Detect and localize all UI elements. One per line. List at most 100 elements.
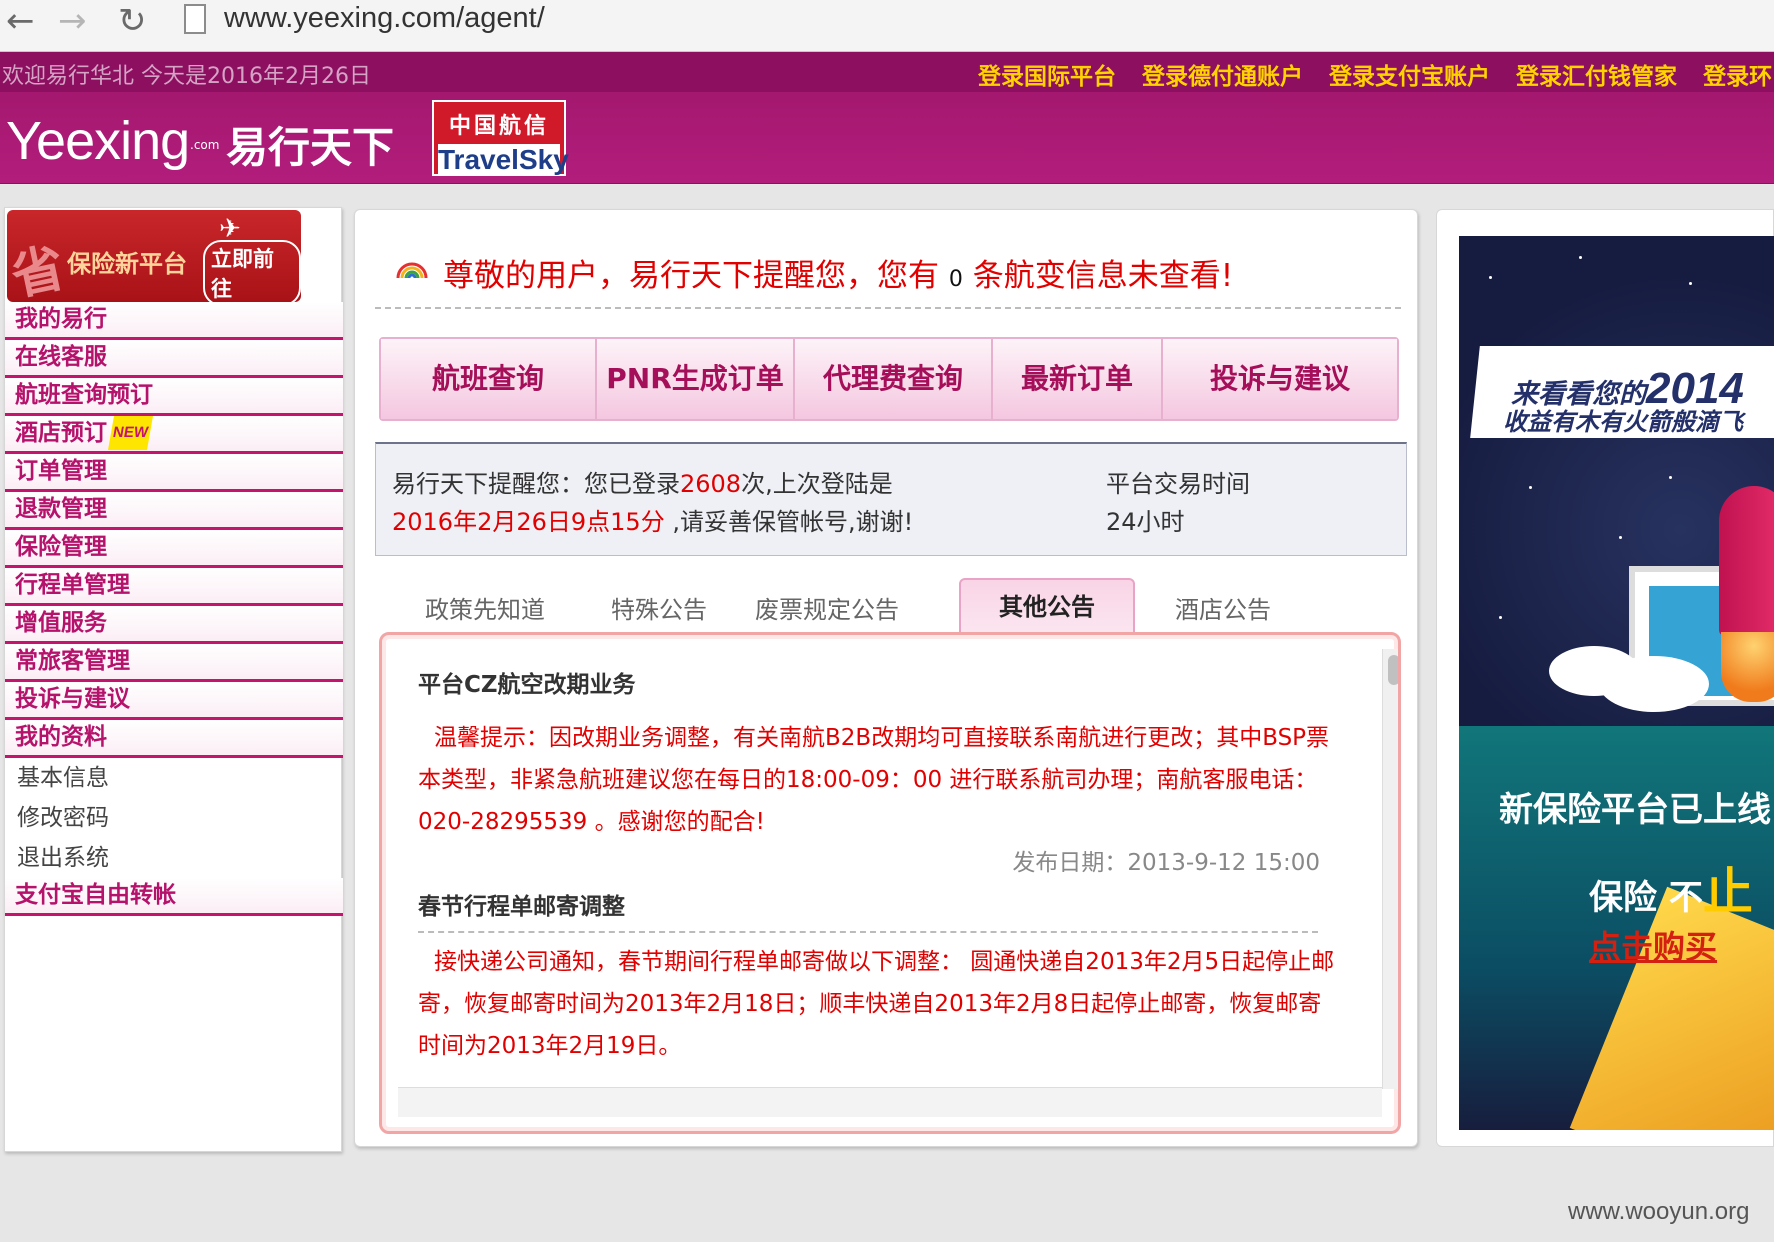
list-item: 平台CZ航空改期业务 温馨提示：因改期业务调整，有关南航B2B改期均可直接联系南…: [398, 649, 1378, 877]
notice-tabs: 政策先知道 特殊公告 废票规定公告 其他公告 酒店公告: [379, 578, 1395, 634]
forward-arrow-icon[interactable]: →: [58, 4, 87, 38]
sidebar-item-value-added[interactable]: 增值服务: [5, 606, 343, 644]
travelsky-en: TravelSky: [438, 144, 569, 176]
sidebar-item-online-service[interactable]: 在线客服: [5, 340, 343, 378]
tab-flight-search[interactable]: 航班查询: [381, 339, 597, 419]
tab-complaints[interactable]: 投诉与建议: [1163, 339, 1397, 419]
notice-title[interactable]: 平台CZ航空改期业务: [398, 649, 1378, 709]
tab-latest-orders[interactable]: 最新订单: [993, 339, 1163, 419]
scrollbar-thumb[interactable]: [1388, 655, 1398, 685]
sidebar-item-insurance[interactable]: 保险管理: [5, 530, 343, 568]
sidebar-item-frequent-travelers[interactable]: 常旅客管理: [5, 644, 343, 682]
top-links: 登录国际平台 登录德付通账户 登录支付宝账户 登录汇付钱管家 登录环: [978, 57, 1774, 91]
star-decoration: [1579, 256, 1582, 259]
browser-toolbar: ← → ↻ www.yeexing.com/agent/: [0, 0, 1774, 52]
sidebar-subitem-change-password[interactable]: 修改密码: [5, 798, 343, 838]
tab-agency-fee[interactable]: 代理费查询: [795, 339, 993, 419]
sidebar-item-alipay-transfer[interactable]: 支付宝自由转帐: [5, 878, 343, 916]
star-decoration: [1489, 276, 1492, 279]
rocket-icon: [1719, 486, 1774, 636]
insurance-banner-title: 新保险平台已上线: [1499, 790, 1771, 830]
slogan-text: 保险 不: [1589, 878, 1703, 918]
login-info-prefix: 易行天下提醒您：您已登录: [392, 470, 680, 498]
insurance-promo-banner[interactable]: 省 ✈ 保险新平台 立即前往: [6, 210, 301, 308]
tab-hotel-notice[interactable]: 酒店公告: [1175, 590, 1271, 625]
left-sidebar: 省 ✈ 保险新平台 立即前往 我的易行 在线客服 航班查询预订 酒店预订 NEW …: [4, 207, 343, 1152]
promo-banner-2014[interactable]: 来看看您的2014 收益有木有火箭般滴飞: [1459, 236, 1774, 726]
notice-date: 发布日期：2013-9-12 15:00: [1012, 850, 1320, 876]
notice-title[interactable]: 春节行程单邮寄调整: [398, 877, 1378, 931]
banner-line2: 收益有木有火箭般滴飞: [1503, 408, 1743, 436]
alert-prefix: 尊敬的用户，易行天下提醒您，您有: [443, 258, 939, 294]
login-info-box: 易行天下提醒您：您已登录2608次,上次登陆是 2016年2月26日9点15分 …: [375, 442, 1407, 556]
tab-void-rules[interactable]: 废票规定公告: [755, 590, 899, 625]
login-defutong-link[interactable]: 登录德付通账户: [1142, 64, 1303, 90]
login-info-line1: 易行天下提醒您：您已登录2608次,上次登陆是: [392, 464, 893, 499]
rocket-flame: [1721, 632, 1774, 702]
main-panel: 尊敬的用户，易行天下提醒您，您有 0 条航变信息未查看! 航班查询 PNR生成订…: [354, 209, 1418, 1147]
sidebar-item-refunds[interactable]: 退款管理: [5, 492, 343, 530]
alert-count[interactable]: 0: [949, 267, 963, 292]
insurance-banner[interactable]: 新保险平台已上线 保险 不止 点击购买: [1459, 726, 1774, 1130]
sidebar-item-hotel-booking[interactable]: 酒店预订 NEW: [5, 416, 343, 454]
notice-bottom-strip: [398, 1087, 1382, 1117]
trade-time-label: 平台交易时间: [1106, 470, 1250, 498]
notice-body: 温馨提示：因改期业务调整，有关南航B2B改期均可直接联系南航进行更改；其中BSP…: [418, 725, 1330, 835]
reload-icon[interactable]: ↻: [118, 4, 147, 38]
star-decoration: [1689, 282, 1692, 285]
welcome-text: 欢迎易行华北 今天是2016年2月26日: [2, 64, 371, 89]
address-bar[interactable]: www.yeexing.com/agent/: [224, 2, 545, 35]
page: ← → ↻ www.yeexing.com/agent/ 欢迎易行华北 今天是2…: [0, 0, 1774, 1242]
promo-cta-button[interactable]: 立即前往: [203, 240, 301, 306]
tab-other-notice[interactable]: 其他公告: [959, 578, 1135, 634]
star-decoration: [1529, 486, 1532, 489]
sidebar-item-complaints[interactable]: 投诉与建议: [5, 682, 343, 720]
login-huifu-link[interactable]: 登录汇付钱管家: [1516, 64, 1677, 90]
sidebar-item-label: 酒店预订: [15, 420, 107, 446]
logo-band: Yeexing .com 易行天下 中国航信 TravelSky: [0, 92, 1774, 184]
travelsky-cn: 中国航信: [448, 114, 549, 139]
notice-scrollbar[interactable]: [1382, 649, 1398, 1089]
logo-com: .com: [190, 138, 220, 152]
login-info-note: ,请妥善保管帐号,谢谢!: [664, 508, 914, 536]
back-arrow-icon[interactable]: ←: [6, 4, 35, 38]
tab-pnr-order[interactable]: PNR生成订单: [597, 339, 795, 419]
new-badge: NEW: [108, 416, 153, 450]
sidebar-item-itinerary[interactable]: 行程单管理: [5, 568, 343, 606]
sidebar-item-my-yeexing[interactable]: 我的易行: [5, 302, 343, 340]
login-alipay-link[interactable]: 登录支付宝账户: [1329, 64, 1490, 90]
star-decoration: [1499, 616, 1502, 619]
insurance-banner-slogan: 保险 不止: [1589, 852, 1753, 924]
slogan-highlight: 止: [1702, 863, 1753, 921]
trade-time-value: 24小时: [1106, 508, 1185, 536]
sidebar-subitem-basic-info[interactable]: 基本信息: [5, 758, 343, 798]
page-icon: [184, 4, 206, 34]
right-panel: 来看看您的2014 收益有木有火箭般滴飞 新保险平台已上线 保险 不止 点击购买: [1436, 209, 1774, 1147]
login-info-suffix: 次,上次登陆是: [741, 470, 893, 498]
buy-now-link[interactable]: 点击购买: [1589, 922, 1717, 968]
sidebar-item-my-profile[interactable]: 我的资料: [5, 720, 343, 758]
tab-special-notice[interactable]: 特殊公告: [611, 590, 707, 625]
sidebar-subitem-logout[interactable]: 退出系统: [5, 838, 343, 878]
list-item: 春节行程单邮寄调整 接快递公司通知，春节期间行程单邮寄做以下调整： 圆通快递自2…: [398, 877, 1378, 1067]
login-intl-link[interactable]: 登录国际平台: [978, 64, 1116, 90]
travelsky-logo: 中国航信 TravelSky: [432, 100, 569, 176]
flight-change-alert: 尊敬的用户，易行天下提醒您，您有 0 条航变信息未查看!: [443, 250, 1233, 295]
sidebar-item-orders[interactable]: 订单管理: [5, 454, 343, 492]
star-decoration: [1669, 476, 1672, 479]
alert-suffix: 条航变信息未查看!: [972, 258, 1234, 294]
star-decoration: [1619, 536, 1622, 539]
login-huan-link[interactable]: 登录环: [1703, 64, 1772, 90]
watermark: www.wooyun.org: [1568, 1198, 1750, 1225]
rainbow-icon: [396, 262, 428, 279]
cloud-decoration: [1599, 656, 1709, 712]
quick-action-tabs: 航班查询 PNR生成订单 代理费查询 最新订单 投诉与建议: [379, 337, 1399, 421]
yeexing-logo[interactable]: Yeexing: [6, 110, 190, 172]
login-info-line2: 2016年2月26日9点15分 ,请妥善保管帐号,谢谢!: [392, 502, 913, 537]
tab-policy[interactable]: 政策先知道: [425, 590, 545, 625]
last-login-time: 2016年2月26日9点15分: [392, 508, 665, 536]
divider: [375, 307, 1401, 309]
yeexing-logo-cn: 易行天下: [226, 123, 395, 172]
sidebar-item-flight-booking[interactable]: 航班查询预订: [5, 378, 343, 416]
notice-list[interactable]: 平台CZ航空改期业务 温馨提示：因改期业务调整，有关南航B2B改期均可直接联系南…: [398, 649, 1378, 1085]
